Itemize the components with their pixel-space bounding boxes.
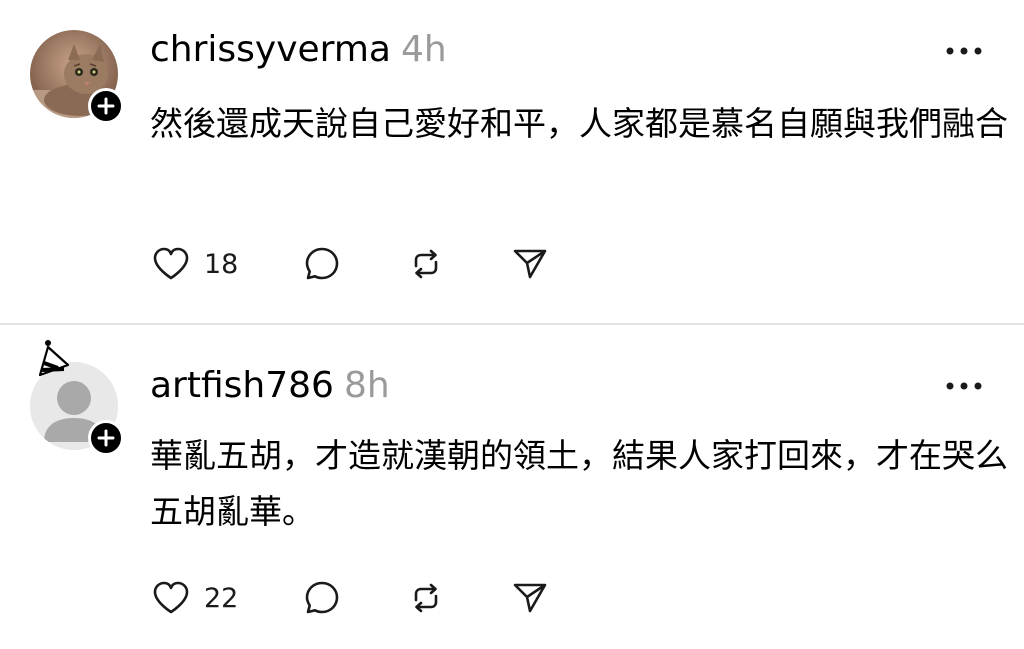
like-button[interactable]: 18 bbox=[152, 244, 238, 284]
timestamp[interactable]: 8h bbox=[344, 365, 390, 406]
repost-icon bbox=[414, 583, 438, 613]
post-header: chrissyverma 4h bbox=[150, 29, 447, 70]
more-options-icon bbox=[946, 47, 982, 55]
more-options-button[interactable] bbox=[944, 43, 984, 57]
timestamp[interactable]: 4h bbox=[401, 29, 447, 70]
follow-button[interactable] bbox=[88, 88, 124, 124]
reply-button[interactable] bbox=[304, 578, 340, 618]
party-hat-icon bbox=[38, 340, 70, 377]
action-bar: 18 bbox=[152, 244, 572, 284]
heart-icon bbox=[153, 247, 189, 280]
repost-icon bbox=[414, 249, 438, 279]
send-icon bbox=[513, 583, 547, 613]
more-options-icon bbox=[946, 382, 982, 390]
action-bar: 22 bbox=[152, 578, 572, 618]
comment-bubble-icon bbox=[305, 581, 339, 614]
username[interactable]: chrissyverma bbox=[150, 29, 391, 70]
post-text: 華亂五胡，才造就漢朝的領土，結果人家打回來，才在哭么五胡亂華。 bbox=[150, 436, 1008, 531]
repost-button[interactable] bbox=[408, 244, 444, 284]
post-header: artfish786 8h bbox=[150, 365, 390, 406]
send-icon bbox=[513, 249, 547, 279]
comment-bubble-icon bbox=[305, 247, 339, 280]
like-count: 22 bbox=[204, 582, 239, 614]
plus-icon bbox=[97, 429, 115, 447]
more-options-button[interactable] bbox=[944, 378, 984, 392]
follow-button[interactable] bbox=[88, 420, 124, 456]
repost-button[interactable] bbox=[408, 578, 444, 618]
reply-button[interactable] bbox=[304, 244, 340, 284]
share-button[interactable] bbox=[512, 244, 548, 284]
username[interactable]: artfish786 bbox=[150, 365, 334, 406]
thread-post: chrissyverma 4h 然後還成天說自己愛好和平，人家都是慕名自願與我們融… bbox=[0, 0, 1024, 324]
plus-icon bbox=[97, 97, 115, 115]
post-text: 然後還成天說自己愛好和平，人家都是慕名自願與我們融合 bbox=[150, 104, 1008, 143]
like-button[interactable]: 22 bbox=[152, 578, 238, 618]
thread-post: artfish786 8h 華亂五胡，才造就漢朝的領土，結果人家打回來，才在哭么五… bbox=[0, 325, 1024, 649]
share-button[interactable] bbox=[512, 578, 548, 618]
heart-icon bbox=[153, 581, 189, 614]
like-count: 18 bbox=[204, 248, 239, 280]
